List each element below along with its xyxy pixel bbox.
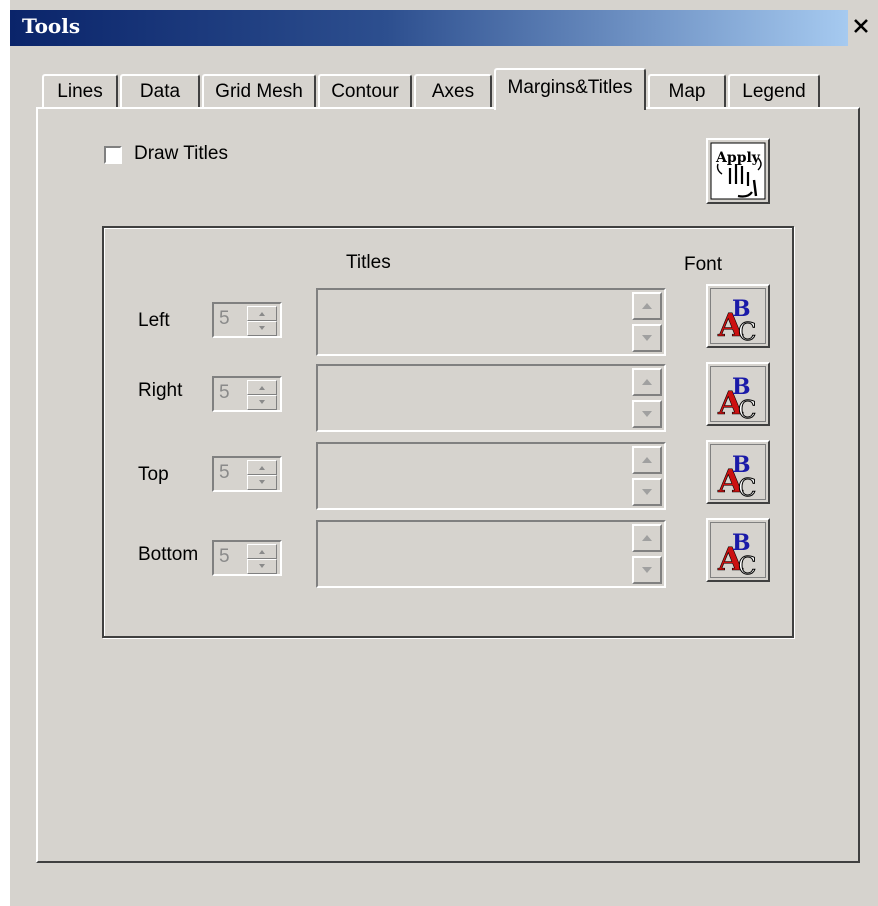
left-font-button[interactable]: A B C: [706, 284, 770, 348]
font-abc-icon: A B C: [717, 374, 757, 424]
scroll-down-button[interactable]: [632, 556, 662, 584]
title-scrollbar[interactable]: [632, 524, 662, 584]
tab-map[interactable]: Map: [648, 74, 726, 108]
arrow-down-icon: [642, 567, 652, 573]
arrow-down-icon: [642, 411, 652, 417]
spin-down-button[interactable]: [247, 475, 277, 490]
right-margin-spinner[interactable]: 5: [212, 376, 282, 412]
row-label-bottom: Bottom: [138, 544, 199, 565]
tab-contour[interactable]: Contour: [318, 74, 412, 108]
spin-down-button[interactable]: [247, 395, 277, 410]
apply-button[interactable]: Apply: [706, 138, 770, 204]
font-header: Font: [684, 254, 723, 275]
font-abc-icon: A B C: [717, 530, 757, 580]
top-margin-spinner[interactable]: 5: [212, 456, 282, 492]
spin-up-button[interactable]: [247, 306, 277, 321]
font-abc-icon: A B C: [717, 296, 757, 346]
arrow-up-icon: [642, 535, 652, 541]
arrow-up-icon: [259, 550, 265, 554]
svg-text:C: C: [738, 396, 756, 424]
title-scrollbar[interactable]: [632, 292, 662, 352]
svg-text:C: C: [738, 318, 756, 346]
scroll-up-button[interactable]: [632, 368, 662, 396]
apply-text: Apply: [715, 150, 761, 166]
arrow-down-icon: [259, 564, 265, 568]
spin-up-button[interactable]: [247, 544, 277, 559]
tab-strip: Lines Data Grid Mesh Contour Axes Margin…: [36, 68, 836, 110]
tab-legend[interactable]: Legend: [728, 74, 820, 108]
row-label-left: Left: [138, 310, 170, 331]
font-abc-icon: A B C: [717, 452, 757, 502]
arrow-down-icon: [642, 489, 652, 495]
arrow-up-icon: [642, 303, 652, 309]
bottom-title-textbox[interactable]: [316, 520, 666, 588]
spin-down-button[interactable]: [247, 321, 277, 336]
arrow-up-icon: [259, 386, 265, 390]
row-label-right: Right: [138, 380, 183, 401]
left-margin-spinner[interactable]: 5: [212, 302, 282, 338]
arrow-down-icon: [259, 480, 265, 484]
tab-grid-mesh[interactable]: Grid Mesh: [202, 74, 316, 108]
arrow-up-icon: [259, 312, 265, 316]
row-label-top: Top: [138, 464, 169, 485]
bottom-font-button[interactable]: A B C: [706, 518, 770, 582]
spin-down-button[interactable]: [247, 559, 277, 574]
left-title-textbox[interactable]: [316, 288, 666, 356]
top-title-textbox[interactable]: [316, 442, 666, 510]
scroll-down-button[interactable]: [632, 478, 662, 506]
svg-text:C: C: [738, 474, 756, 502]
tab-margins-titles[interactable]: Margins&Titles: [494, 68, 646, 110]
scroll-up-button[interactable]: [632, 446, 662, 474]
arrow-up-icon: [642, 379, 652, 385]
spinner-value: 5: [219, 546, 230, 567]
arrow-up-icon: [259, 466, 265, 470]
title-bar[interactable]: Tools: [10, 10, 848, 46]
bottom-margin-spinner[interactable]: 5: [212, 540, 282, 576]
arrow-up-icon: [642, 457, 652, 463]
titles-header: Titles: [346, 252, 391, 273]
apply-hand-icon: Apply: [710, 142, 766, 200]
tools-window: Tools Lines Data Grid Mesh Contour Axes …: [0, 0, 878, 906]
draw-titles-label: Draw Titles: [134, 143, 228, 164]
title-scrollbar[interactable]: [632, 368, 662, 428]
svg-text:C: C: [738, 552, 756, 580]
window-title: Tools: [22, 14, 81, 38]
tab-lines[interactable]: Lines: [42, 74, 118, 108]
scroll-down-button[interactable]: [632, 324, 662, 352]
scroll-down-button[interactable]: [632, 400, 662, 428]
spinner-value: 5: [219, 308, 230, 329]
spin-up-button[interactable]: [247, 460, 277, 475]
spin-up-button[interactable]: [247, 380, 277, 395]
left-edge: [0, 0, 10, 906]
tab-axes[interactable]: Axes: [414, 74, 492, 108]
spinner-value: 5: [219, 382, 230, 403]
close-button[interactable]: [848, 12, 874, 40]
close-icon: [854, 19, 868, 33]
arrow-down-icon: [259, 326, 265, 330]
scroll-up-button[interactable]: [632, 524, 662, 552]
title-scrollbar[interactable]: [632, 446, 662, 506]
tab-data[interactable]: Data: [120, 74, 200, 108]
right-title-textbox[interactable]: [316, 364, 666, 432]
draw-titles-checkbox[interactable]: [104, 146, 122, 164]
spinner-value: 5: [219, 462, 230, 483]
right-font-button[interactable]: A B C: [706, 362, 770, 426]
arrow-down-icon: [259, 400, 265, 404]
arrow-down-icon: [642, 335, 652, 341]
scroll-up-button[interactable]: [632, 292, 662, 320]
top-font-button[interactable]: A B C: [706, 440, 770, 504]
